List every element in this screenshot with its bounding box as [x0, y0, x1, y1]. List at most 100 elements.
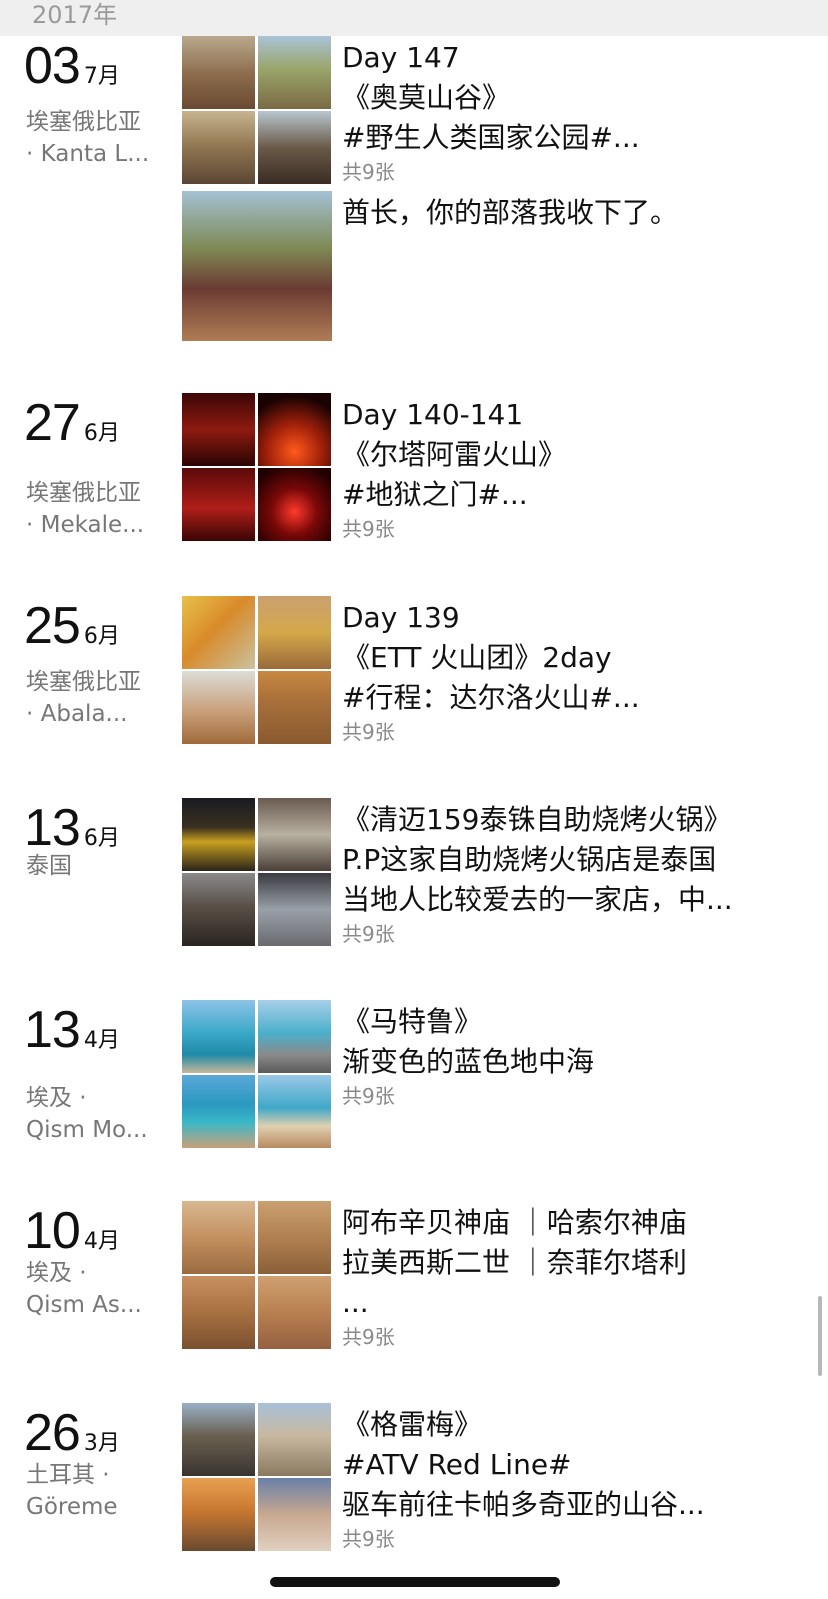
entry-day: 25 — [24, 597, 81, 655]
entry-text-line: 渐变色的蓝色地中海 — [342, 1045, 595, 1078]
entry-text-line: #野生人类国家公园#... — [342, 121, 640, 154]
entry-text[interactable]: 《格雷梅》 #ATV Red Line# 驱车前往卡帕多奇亚的山谷... 共9张 — [342, 1405, 812, 1553]
entry-text-line: #地狱之门#... — [342, 478, 528, 511]
photo-thumbnail[interactable] — [258, 111, 331, 184]
photo-thumbnail[interactable] — [182, 1201, 255, 1274]
entry-day: 10 — [24, 1202, 81, 1260]
photo-thumbnail[interactable] — [258, 1403, 331, 1476]
photo-thumbnail[interactable] — [258, 1000, 331, 1073]
photo-thumbnail[interactable] — [258, 873, 331, 946]
entry-location: 泰国 — [26, 850, 166, 882]
entry-text[interactable]: Day 139 《ETT 火山团》2day #行程：达尔洛火山#... 共9张 — [342, 598, 812, 746]
photo-thumbnail[interactable] — [182, 393, 255, 466]
photo-thumbnail[interactable] — [182, 596, 255, 669]
entry-day: 13 — [24, 799, 81, 857]
entry-day: 13 — [24, 1001, 81, 1059]
entry-text-line: ... — [342, 1286, 369, 1319]
photo-thumbnail[interactable] — [182, 1403, 255, 1476]
photo-thumbnail[interactable] — [258, 1201, 331, 1274]
photo-thumbnail[interactable] — [258, 1478, 331, 1551]
entry-month: 6月 — [83, 624, 120, 649]
entry-month: 4月 — [83, 1028, 120, 1053]
entry-text[interactable]: 《清迈159泰铢自助烧烤火锅》 P.P这家自助烧烤火锅店是泰国 当地人比较爱去的… — [342, 800, 812, 948]
entry-month: 3月 — [83, 1431, 120, 1456]
photo-count: 共9张 — [342, 1325, 395, 1349]
photo-thumbnail[interactable] — [258, 1276, 331, 1349]
entry-text[interactable]: 阿布辛贝神庙 ｜哈索尔神庙 拉美西斯二世 ｜奈菲尔塔利 ... 共9张 — [342, 1203, 812, 1351]
entry-text-line: 《清迈159泰铢自助烧烤火锅》 — [342, 803, 732, 836]
entry-location-line: Göreme — [26, 1494, 118, 1520]
entry-text-line: P.P这家自助烧烤火锅店是泰国 — [342, 843, 717, 876]
entry-location-line: Qism As... — [26, 1292, 142, 1318]
photo-thumbnail[interactable] — [258, 468, 331, 541]
entry-month: 6月 — [83, 826, 120, 851]
entry-day: 03 — [24, 37, 81, 95]
entry-caption-text: 酋长，你的部落我收下了。 — [342, 196, 679, 229]
photo-thumbnail[interactable] — [258, 671, 331, 744]
entry-text-line: Day 147 — [342, 41, 460, 74]
entry-location-line: · Kanta L... — [26, 141, 150, 167]
photo-count: 共9张 — [342, 517, 395, 541]
photo-thumbnail[interactable] — [182, 36, 255, 109]
entry-date: 03 7月 — [24, 36, 120, 96]
photo-thumbnail[interactable] — [258, 596, 331, 669]
entry-location: 埃及 · Qism As... — [26, 1257, 166, 1321]
photo-thumbnail[interactable] — [182, 1478, 255, 1551]
entry-text[interactable]: Day 140-141 《尔塔阿雷火山》 #地狱之门#... 共9张 — [342, 395, 812, 543]
entry-location-line: 泰国 — [26, 853, 72, 879]
photo-thumbnail[interactable] — [258, 798, 331, 871]
entry-text-line: 《尔塔阿雷火山》 — [342, 438, 567, 471]
photo-count: 共9张 — [342, 1084, 395, 1108]
entry-text-line: 《格雷梅》 — [342, 1408, 483, 1441]
photo-count: 共9张 — [342, 720, 395, 744]
entry-date: 10 4月 — [24, 1201, 120, 1261]
entry-location: 土耳其 · Göreme — [26, 1459, 166, 1523]
entry-month: 6月 — [83, 421, 120, 446]
scrollbar[interactable] — [818, 1296, 822, 1376]
photo-thumbnail[interactable] — [258, 393, 331, 466]
photo-thumbnail[interactable] — [258, 36, 331, 109]
entry-location: 埃塞俄比亚 · Mekale... — [26, 477, 166, 541]
entry-location-line: 埃塞俄比亚 — [26, 109, 141, 135]
entry-location-line: 埃塞俄比亚 — [26, 480, 141, 506]
entry-date: 26 3月 — [24, 1403, 120, 1463]
photo-thumbnail[interactable] — [182, 1000, 255, 1073]
entry-caption[interactable]: 酋长，你的部落我收下了。 — [342, 193, 812, 233]
photo-thumbnail[interactable] — [182, 191, 332, 341]
entry-location: 埃及 · Qism Mo... — [26, 1082, 166, 1146]
photo-thumbnail[interactable] — [182, 111, 255, 184]
entry-text-line: 《奥莫山谷》 — [342, 81, 511, 114]
entry-text-line: 驱车前往卡帕多奇亚的山谷... — [342, 1488, 705, 1521]
photo-thumbnail[interactable] — [182, 1075, 255, 1148]
entry-text[interactable]: 《马特鲁》 渐变色的蓝色地中海 共9张 — [342, 1002, 812, 1110]
entry-location: 埃塞俄比亚 · Abala... — [26, 666, 166, 730]
entry-text-line: Day 140-141 — [342, 398, 524, 431]
entry-location-line: Qism Mo... — [26, 1117, 148, 1143]
entry-text-line: 《ETT 火山团》2day — [342, 641, 612, 674]
photo-thumbnail[interactable] — [258, 1075, 331, 1148]
entry-day: 27 — [24, 394, 81, 452]
entry-date: 27 6月 — [24, 393, 120, 453]
photo-thumbnail[interactable] — [182, 468, 255, 541]
entry-location-line: · Mekale... — [26, 512, 145, 538]
entry-month: 7月 — [83, 64, 120, 89]
entry-location-line: · Abala... — [26, 701, 128, 727]
photo-thumbnail[interactable] — [182, 873, 255, 946]
entry-text[interactable]: Day 147 《奥莫山谷》 #野生人类国家公园#... 共9张 — [342, 38, 812, 186]
entry-month: 4月 — [83, 1229, 120, 1254]
entry-location-line: 埃塞俄比亚 — [26, 669, 141, 695]
entry-text-line: 阿布辛贝神庙 ｜哈索尔神庙 — [342, 1206, 687, 1239]
entry-text-line: #ATV Red Line# — [342, 1448, 572, 1481]
entry-location-line: 埃及 · — [26, 1260, 87, 1286]
year-header: 2017年 — [0, 0, 828, 36]
entry-text-line: 《马特鲁》 — [342, 1005, 483, 1038]
photo-thumbnail[interactable] — [182, 798, 255, 871]
photo-thumbnail[interactable] — [182, 671, 255, 744]
entry-date: 13 6月 — [24, 798, 120, 858]
home-indicator[interactable] — [270, 1577, 560, 1587]
photo-thumbnail[interactable] — [182, 1276, 255, 1349]
entry-day: 26 — [24, 1404, 81, 1462]
entry-text-line: 当地人比较爱去的一家店，中... — [342, 883, 733, 916]
entry-text-line: Day 139 — [342, 601, 460, 634]
entry-text-line: #行程：达尔洛火山#... — [342, 681, 640, 714]
